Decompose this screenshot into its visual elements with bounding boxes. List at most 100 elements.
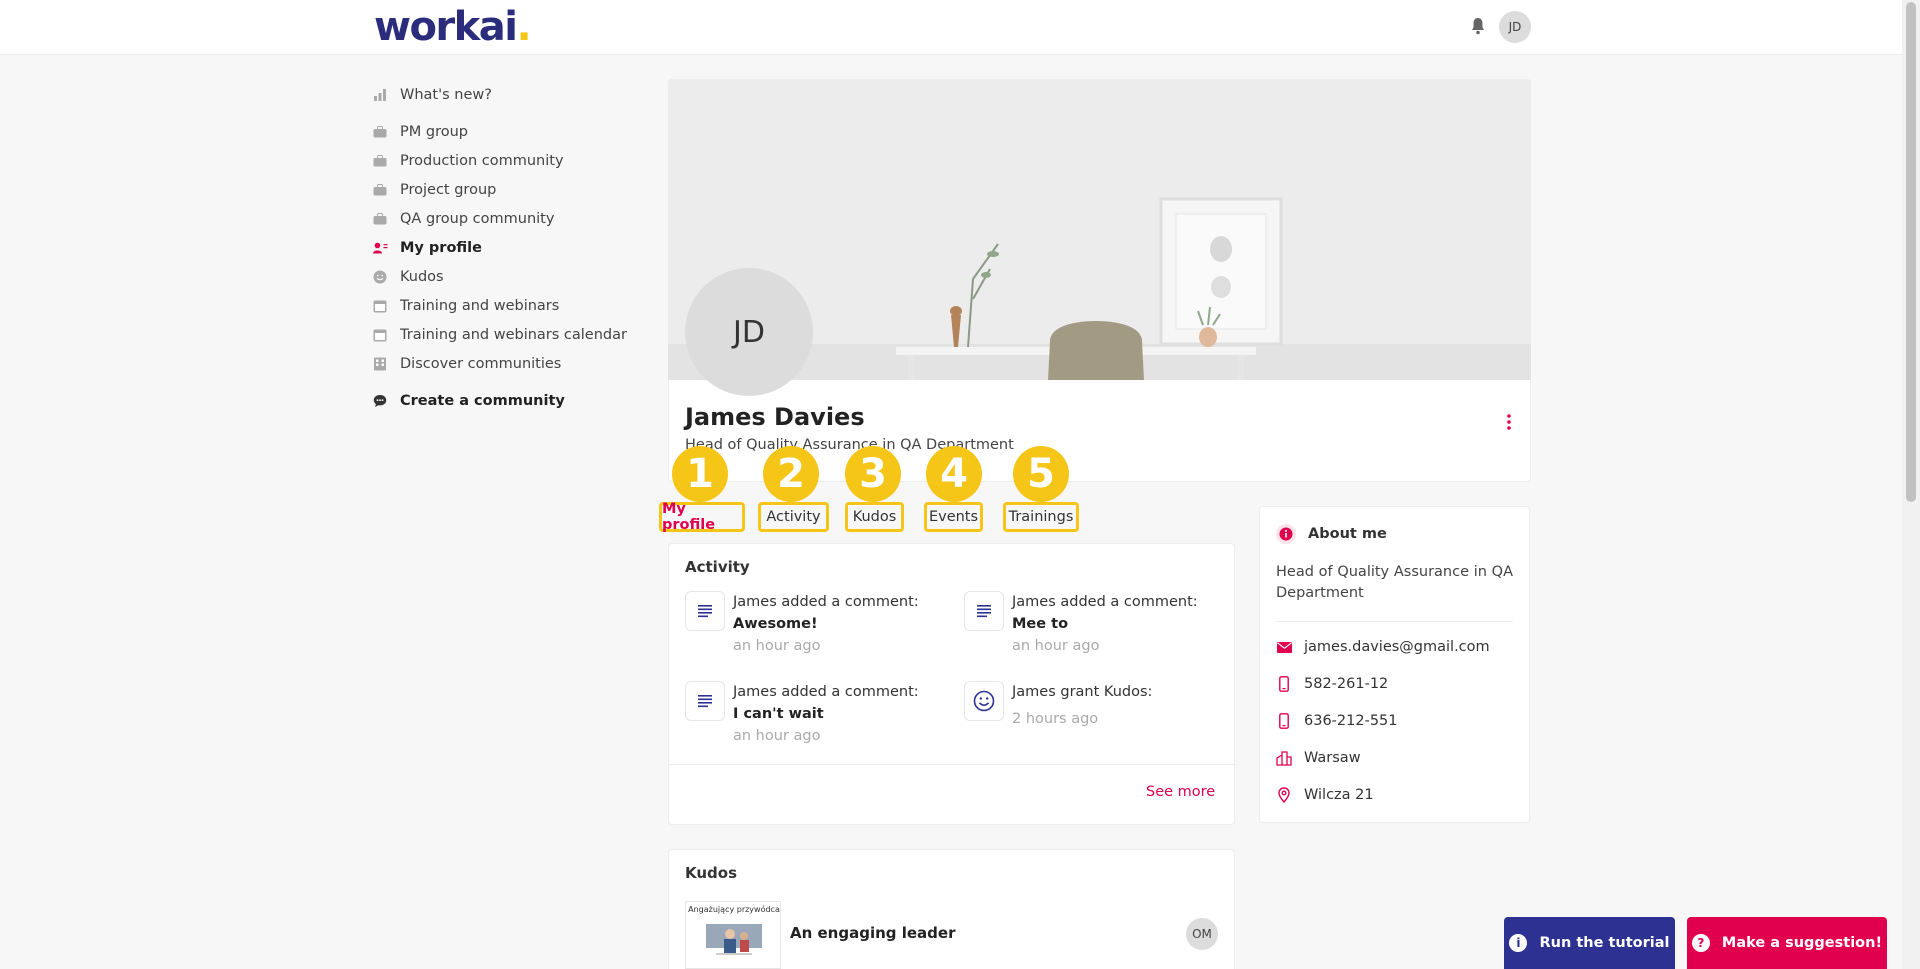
activity-comment: Mee to [1012,616,1069,632]
briefcase-icon [372,182,388,198]
profile-avatar[interactable]: JD [685,268,813,396]
kudos-item-title[interactable]: An engaging leader [790,924,955,942]
about-phone: 582-261-12 [1304,676,1389,692]
sidebar-item-production-community[interactable]: Production community [372,146,652,175]
activity-title: Activity [685,558,750,576]
briefcase-icon [372,211,388,227]
activity-text: James added a comment: [733,594,919,610]
about-address-row: Wilcza 21 [1276,787,1374,803]
sidebar-item-project-group[interactable]: Project group [372,175,652,204]
tab-trainings[interactable]: Trainings [1003,502,1079,532]
about-description: Head of Quality Assurance in QA Departme… [1276,564,1513,601]
about-phone-row[interactable]: 636-212-551 [1276,713,1398,729]
info-icon [1276,524,1296,544]
sidebar-item-my-profile[interactable]: My profile [372,233,652,262]
kudos-illustration [706,924,762,955]
activity-text: James grant Kudos: [1012,684,1153,700]
about-phone: 636-212-551 [1304,713,1398,729]
about-me-title: About me [1308,526,1387,542]
phone-icon [1276,676,1292,692]
about-me-header: About me [1276,524,1387,544]
sidebar-item-discover-communities[interactable]: Discover communities [372,349,652,378]
sidebar-item-label: Production community [400,152,564,169]
user-card-icon [372,240,388,256]
tutorial-step-badge: 5 [1013,446,1069,502]
comment-lines-icon [964,591,1004,631]
top-bar: workai. JD [0,0,1902,55]
activity-time: 2 hours ago [1012,711,1099,727]
sidebar-item-label: PM group [400,123,468,140]
kudos-thumbnail[interactable]: Angażujący przywódca [685,901,781,969]
activity-comment: Awesome! [733,616,818,632]
question-icon: ? [1691,934,1710,952]
about-city-row: Warsaw [1276,750,1361,766]
about-city: Warsaw [1304,750,1361,766]
run-tutorial-label: Run the tutorial [1539,935,1670,951]
tutorial-step-badge: 2 [763,446,819,502]
activity-text: James added a comment: [1012,594,1198,610]
kudos-thumbnail-title: Angażujący przywódca [688,905,780,914]
activity-comment: I can't wait [733,706,824,722]
activity-text: James added a comment: [733,684,919,700]
bar-chart-icon [372,87,388,103]
activity-time: an hour ago [733,728,821,744]
make-suggestion-label: Make a suggestion! [1721,935,1883,951]
create-community-link[interactable]: Create a community [372,386,652,415]
city-buildings-icon [1276,750,1292,766]
envelope-icon [1276,639,1292,655]
user-avatar[interactable]: JD [1499,11,1531,43]
page-scrollbar[interactable] [1902,0,1920,969]
see-more-link[interactable]: See more [1146,784,1215,800]
building-icon [372,356,388,372]
smile-icon [964,681,1004,721]
tab-kudos[interactable]: Kudos [845,502,904,532]
sidebar-item-training-webinars[interactable]: Training and webinars [372,291,652,320]
create-community-label: Create a community [400,392,565,409]
smile-icon [372,269,388,285]
scrollbar-thumb[interactable] [1906,2,1916,502]
activity-divider [669,764,1234,765]
sidebar-item-label: QA group community [400,210,555,227]
sidebar-item-label: Training and webinars [400,297,560,314]
location-pin-icon [1276,787,1292,803]
sidebar-item-qa-group-community[interactable]: QA group community [372,204,652,233]
sidebar-item-label: Discover communities [400,355,562,372]
make-suggestion-button[interactable]: ? Make a suggestion! [1687,917,1887,969]
tutorial-step-badge: 3 [845,446,901,502]
sidebar-item-pm-group[interactable]: PM group [372,117,652,146]
about-divider [1276,621,1513,622]
run-tutorial-button[interactable]: i Run the tutorial [1504,917,1675,969]
tab-activity[interactable]: Activity [758,502,829,532]
tutorial-step-badge: 4 [926,446,982,502]
briefcase-icon [372,124,388,140]
tab-events[interactable]: Events [924,502,983,532]
tab-my-profile[interactable]: My profile [659,501,745,533]
comment-lines-icon [685,681,725,721]
about-email-row[interactable]: james.davies@gmail.com [1276,639,1490,655]
briefcase-icon [372,153,388,169]
calendar-icon [372,298,388,314]
phone-icon [1276,713,1292,729]
comment-lines-icon [685,591,725,631]
workai-logo[interactable]: workai. [374,4,532,50]
sidebar-nav: What's new? PM group Production communit… [372,80,652,415]
sidebar-item-whats-new[interactable]: What's new? [372,80,652,109]
about-email: james.davies@gmail.com [1304,639,1490,655]
kudos-title: Kudos [685,864,738,882]
info-icon: i [1509,934,1528,952]
chat-bubble-icon [372,393,388,409]
kudos-giver-avatar[interactable]: OM [1186,918,1218,950]
sidebar-item-label: What's new? [400,86,492,103]
tutorial-step-badge: 1 [672,446,728,502]
activity-time: an hour ago [733,638,821,654]
sidebar-item-kudos[interactable]: Kudos [372,262,652,291]
bell-icon[interactable] [1470,17,1486,35]
sidebar-item-label: Kudos [400,268,444,285]
about-phone-row[interactable]: 582-261-12 [1276,676,1388,692]
about-me-card [1259,506,1530,823]
sidebar-item-label: Training and webinars calendar [400,326,627,343]
sidebar-item-label: My profile [400,239,482,256]
sidebar-item-training-webinars-calendar[interactable]: Training and webinars calendar [372,320,652,349]
profile-name: James Davies [685,403,865,431]
more-options-icon[interactable] [1505,412,1513,432]
